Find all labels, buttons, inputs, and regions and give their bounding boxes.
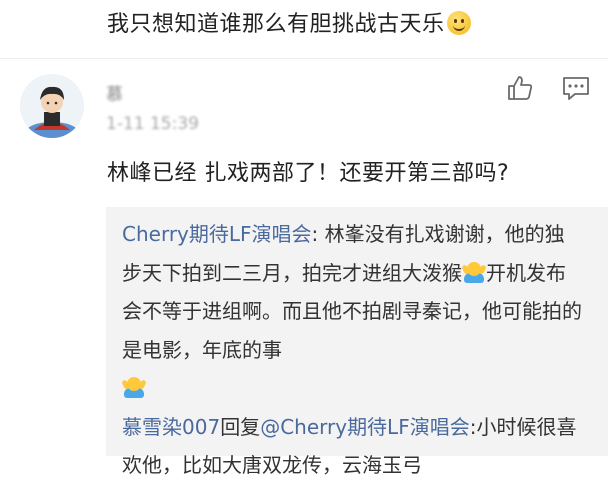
- reply-thread: Cherry期待LF演唱会: 林峯没有扎戏谢谢，他的独步天下拍到二三月，拍完才进…: [121, 215, 582, 485]
- comment-username[interactable]: 慕: [106, 80, 123, 105]
- post-text: 我只想知道谁那么有胆挑战古天乐: [107, 6, 471, 38]
- shrug-emoji-icon: [461, 261, 487, 284]
- reply-word: 回复: [220, 414, 261, 439]
- comment-icon[interactable]: [561, 75, 591, 103]
- shrug-emoji-icon: [121, 377, 147, 399]
- divider: [0, 58, 608, 59]
- smile-emoji-icon: [446, 11, 471, 35]
- comment-text: 林峰已经 扎戏两部了！还要开第三部吗?: [107, 161, 510, 186]
- reply-author-link[interactable]: Cherry期待LF演唱会: [122, 222, 312, 246]
- avatar-illustration: [20, 74, 84, 138]
- reply-mention-link[interactable]: @Cherry期待LF演唱会: [260, 415, 470, 439]
- thumbs-up-icon[interactable]: [506, 74, 534, 102]
- reply-box[interactable]: Cherry期待LF演唱会: 林峯没有扎戏谢谢，他的独步天下拍到二三月，拍完才进…: [106, 207, 608, 477]
- post-text-content: 我只想知道谁那么有胆挑战古天乐: [107, 12, 445, 37]
- comment-timestamp: 1-11 15:39: [106, 114, 199, 134]
- avatar[interactable]: [20, 74, 84, 138]
- reply-author-link-2[interactable]: 慕雪染007: [122, 415, 220, 439]
